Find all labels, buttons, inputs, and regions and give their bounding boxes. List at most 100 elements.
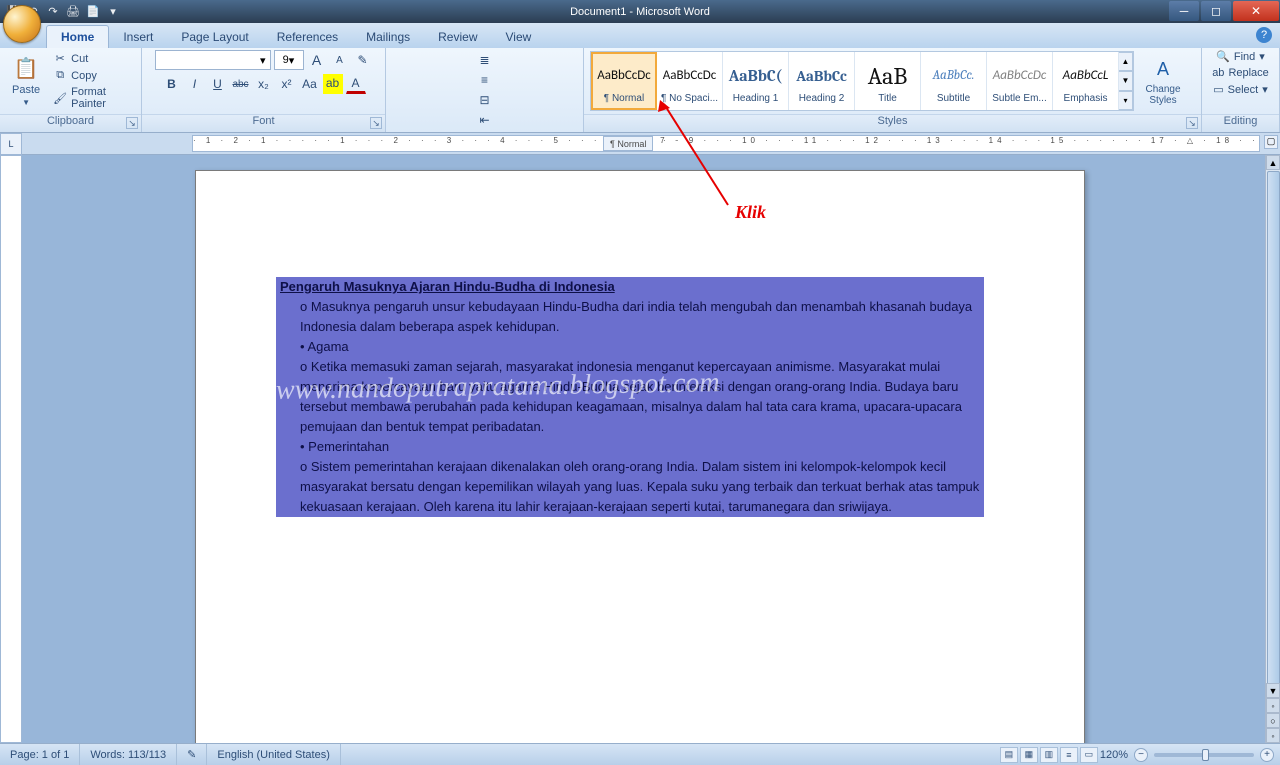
scroll-thumb[interactable] — [1267, 171, 1280, 691]
print-icon[interactable]: 🖨 — [66, 5, 80, 19]
zoom-out-button[interactable]: − — [1134, 748, 1148, 762]
grow-font-button[interactable]: A — [307, 50, 327, 70]
clipboard-dialog-launcher[interactable]: ↘ — [126, 117, 138, 129]
close-button[interactable]: ✕ — [1233, 1, 1279, 21]
tab-review[interactable]: Review — [424, 26, 491, 48]
tab-selector[interactable]: L — [0, 133, 22, 155]
selected-text-block[interactable]: Pengaruh Masuknya Ajaran Hindu-Budha di … — [276, 277, 984, 517]
style-name: Heading 1 — [726, 93, 786, 104]
brush-icon: 🖌 — [53, 92, 67, 105]
font-size-combo[interactable]: 9 ▾ — [274, 50, 304, 70]
status-proof[interactable]: ✎ — [177, 744, 207, 765]
view-full-screen[interactable]: ▦ — [1020, 747, 1038, 763]
style-item-1[interactable]: AaBbCcDc¶ No Spaci... — [657, 52, 723, 110]
select-button[interactable]: ▭Select ▾ — [1213, 83, 1268, 96]
proof-icon: ✎ — [187, 748, 196, 761]
doc-bullet-2: Pemerintahan — [276, 437, 984, 457]
prev-page-button[interactable]: ◦ — [1266, 698, 1280, 713]
paste-icon: 📋 — [13, 56, 39, 82]
style-preview: AaBbC( — [729, 59, 782, 93]
gallery-up[interactable]: ▲ — [1119, 52, 1133, 71]
style-item-4[interactable]: AaBTitle — [855, 52, 921, 110]
office-button[interactable] — [3, 5, 41, 43]
browse-object-button[interactable]: ○ — [1266, 713, 1280, 728]
paste-button[interactable]: 📋 Paste ▼ — [6, 54, 46, 109]
style-item-5[interactable]: AaBbCc.Subtitle — [921, 52, 987, 110]
vertical-scrollbar[interactable]: ▲ ▼ ◦ ○ ◦ — [1265, 155, 1280, 743]
multilevel-button[interactable]: ⊟ — [475, 90, 495, 110]
bold-button[interactable]: B — [162, 74, 182, 94]
view-web-layout[interactable]: ▥ — [1040, 747, 1058, 763]
clear-format-button[interactable]: ✎ — [353, 50, 373, 70]
scroll-up-button[interactable]: ▲ — [1266, 155, 1280, 170]
style-preview: AaBbCcL — [1063, 59, 1109, 93]
document-page[interactable]: Pengaruh Masuknya Ajaran Hindu-Budha di … — [195, 170, 1085, 743]
help-button[interactable]: ? — [1256, 27, 1272, 43]
style-item-7[interactable]: AaBbCcLEmphasis — [1053, 52, 1119, 110]
style-name: Heading 2 — [792, 93, 852, 104]
tab-insert[interactable]: Insert — [109, 26, 167, 48]
bullets-button[interactable]: ≣ — [475, 50, 495, 70]
qat-more-icon[interactable]: ▾ — [106, 5, 120, 19]
cut-button[interactable]: ✂Cut — [50, 51, 135, 66]
paste-label: Paste — [12, 84, 40, 96]
tab-home[interactable]: Home — [46, 25, 109, 48]
font-group-label: Font↘ — [142, 114, 385, 132]
minimize-button[interactable]: ─ — [1169, 1, 1199, 21]
superscript-button[interactable]: x² — [277, 74, 297, 94]
window-title: Document1 - Microsoft Word — [0, 6, 1280, 18]
font-name-combo[interactable]: ▾ — [155, 50, 271, 70]
change-case-button[interactable]: Aa — [300, 74, 320, 94]
underline-button[interactable]: U — [208, 74, 228, 94]
zoom-in-button[interactable]: + — [1260, 748, 1274, 762]
status-page[interactable]: Page: 1 of 1 — [0, 744, 80, 765]
numbering-button[interactable]: ≡ — [475, 70, 495, 90]
tab-view[interactable]: View — [492, 26, 546, 48]
view-draft[interactable]: ▭ — [1080, 747, 1098, 763]
style-item-3[interactable]: AaBbCcHeading 2 — [789, 52, 855, 110]
find-button[interactable]: 🔍Find ▾ — [1216, 50, 1265, 63]
scroll-down-button[interactable]: ▼ — [1266, 683, 1280, 698]
gallery-more[interactable]: ▾ — [1119, 91, 1133, 110]
tab-mailings[interactable]: Mailings — [352, 26, 424, 48]
redo-icon[interactable]: ↷ — [46, 5, 60, 19]
tab-page-layout[interactable]: Page Layout — [167, 26, 262, 48]
zoom-slider[interactable] — [1154, 753, 1254, 757]
format-painter-button[interactable]: 🖌Format Painter — [50, 85, 135, 111]
replace-button[interactable]: abReplace — [1212, 67, 1269, 79]
next-page-button[interactable]: ◦ — [1266, 728, 1280, 743]
view-outline[interactable]: ≡ — [1060, 747, 1078, 763]
horizontal-ruler[interactable]: · 1 · 2 · 1 · · · · · 1 · · · 2 · · · 3 … — [192, 135, 1260, 152]
ruler-toggle-button[interactable]: ▢ — [1264, 135, 1278, 149]
zoom-level[interactable]: 120% — [1100, 749, 1128, 761]
copy-button[interactable]: ⧉Copy — [50, 68, 135, 83]
zoom-slider-thumb[interactable] — [1202, 749, 1209, 761]
status-words[interactable]: Words: 113/113 — [80, 744, 177, 765]
gallery-down[interactable]: ▼ — [1119, 71, 1133, 90]
style-name: Subtitle — [924, 93, 984, 104]
vertical-ruler[interactable] — [0, 155, 22, 743]
tab-references[interactable]: References — [263, 26, 352, 48]
maximize-button[interactable]: ◻ — [1201, 1, 1231, 21]
style-preview: AaB — [868, 59, 908, 93]
italic-button[interactable]: I — [185, 74, 205, 94]
styles-dialog-launcher[interactable]: ↘ — [1186, 117, 1198, 129]
doc-title: Pengaruh Masuknya Ajaran Hindu-Budha di … — [276, 277, 984, 297]
style-item-0[interactable]: AaBbCcDc¶ Normal — [591, 52, 657, 110]
status-bar: Page: 1 of 1 Words: 113/113 ✎ English (U… — [0, 743, 1280, 765]
subscript-button[interactable]: x₂ — [254, 74, 274, 94]
style-item-2[interactable]: AaBbC(Heading 1 — [723, 52, 789, 110]
new-icon[interactable]: 📄 — [86, 5, 100, 19]
font-color-button[interactable]: A — [346, 74, 366, 94]
change-styles-button[interactable]: A Change Styles — [1138, 54, 1188, 108]
highlight-button[interactable]: ab — [323, 74, 343, 94]
view-print-layout[interactable]: ▤ — [1000, 747, 1018, 763]
style-name: Title — [858, 93, 918, 104]
decrease-indent-button[interactable]: ⇤ — [475, 110, 495, 130]
font-dialog-launcher[interactable]: ↘ — [370, 117, 382, 129]
status-language[interactable]: English (United States) — [207, 744, 341, 765]
strike-button[interactable]: abc — [231, 74, 251, 94]
annotation-label: Klik — [735, 202, 766, 223]
shrink-font-button[interactable]: A — [330, 50, 350, 70]
style-item-6[interactable]: AaBbCcDcSubtle Em... — [987, 52, 1053, 110]
